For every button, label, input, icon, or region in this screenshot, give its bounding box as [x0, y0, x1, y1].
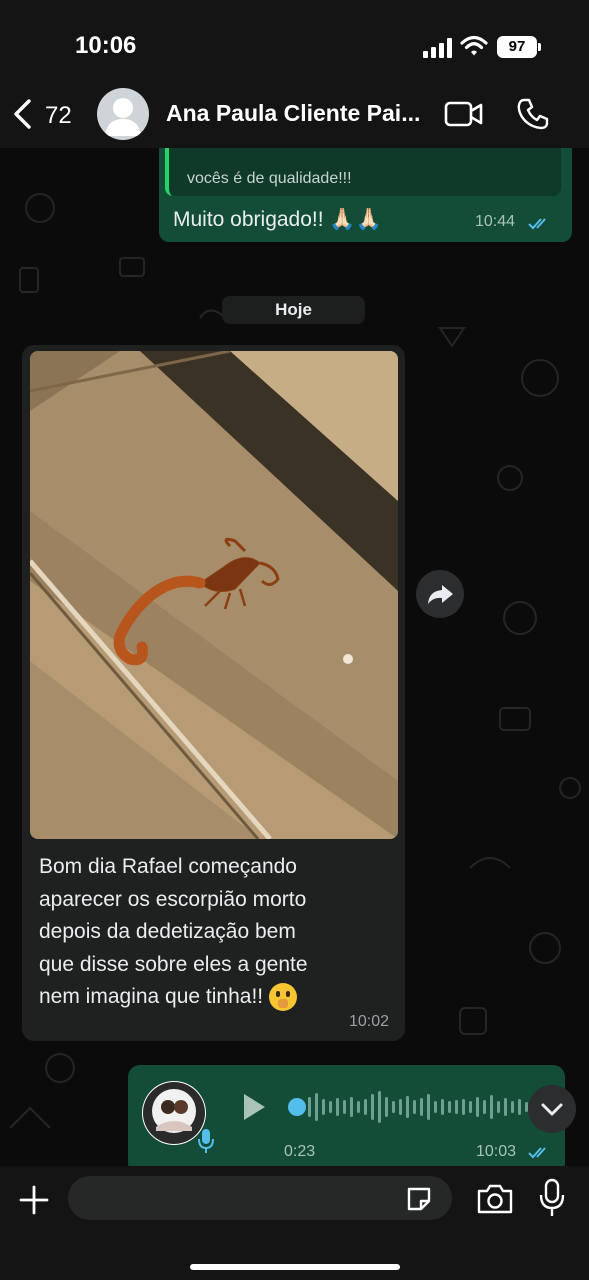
chevron-down-icon [541, 1103, 563, 1116]
message-time: 10:03 [476, 1143, 517, 1160]
sticker-icon[interactable] [404, 1184, 434, 1214]
read-ticks-icon [528, 218, 546, 230]
home-indicator [190, 1264, 400, 1270]
outgoing-message[interactable]: vocês é de qualidade!!! Muito obrigado!!… [159, 148, 572, 242]
status-time: 10:06 [75, 32, 137, 59]
audio-progress-handle[interactable] [288, 1098, 306, 1116]
plus-icon[interactable] [18, 1184, 50, 1216]
outgoing-voice-message[interactable]: 0:23 10:03 [128, 1065, 565, 1166]
message-input[interactable] [68, 1176, 452, 1220]
incoming-message[interactable]: Bom dia Rafael começando aparecer os esc… [22, 345, 405, 1041]
caption-line: Bom dia Rafael começando [39, 855, 297, 878]
person-icon [105, 98, 141, 136]
message-input-bar [0, 1166, 589, 1280]
scorpion-photo-image [30, 351, 398, 839]
surprised-emoji-icon [269, 983, 298, 1012]
contact-avatar[interactable] [97, 88, 149, 140]
status-bar: 10:06 97 [0, 0, 589, 80]
microphone-badge-icon [198, 1129, 214, 1153]
read-ticks-icon [528, 1147, 546, 1159]
scroll-to-bottom-button[interactable] [528, 1085, 576, 1133]
chevron-left-icon[interactable] [12, 98, 34, 130]
microphone-icon[interactable] [538, 1178, 566, 1218]
caption-line: nem imagina que tinha!! [39, 985, 264, 1008]
video-camera-icon[interactable] [444, 100, 484, 128]
quoted-message[interactable]: vocês é de qualidade!!! [165, 148, 561, 196]
signal-icon [423, 38, 452, 58]
play-icon[interactable] [241, 1092, 267, 1122]
camera-icon[interactable] [476, 1182, 514, 1216]
forward-icon [428, 585, 453, 604]
message-photo[interactable] [30, 351, 398, 839]
phone-icon[interactable] [516, 97, 550, 131]
caption-line: aparecer os escorpião morto [39, 887, 307, 911]
caption-line-with-emoji: nem imagina que tinha!! [39, 981, 389, 1014]
wifi-icon [460, 35, 488, 56]
audio-duration: 0:23 [284, 1143, 316, 1160]
back-unread-count[interactable]: 72 [45, 102, 72, 130]
battery-tip [538, 43, 541, 51]
message-time: 10:02 [348, 1013, 389, 1030]
date-separator: Hoje [222, 296, 365, 324]
quoted-message-text: vocês é de qualidade!!! [187, 170, 352, 187]
message-time: 10:44 [475, 213, 516, 230]
chat-area[interactable]: vocês é de qualidade!!! Muito obrigado!!… [0, 148, 589, 1166]
battery-indicator: 97 [497, 36, 537, 58]
message-text: Muito obrigado!! 🙏🏻🙏🏻 [173, 208, 382, 231]
audio-waveform[interactable] [306, 1089, 534, 1125]
chat-header: 72 Ana Paula Cliente Pai... [0, 80, 589, 148]
contact-name[interactable]: Ana Paula Cliente Pai... [166, 100, 422, 127]
message-caption: Bom dia Rafael começando aparecer os esc… [39, 851, 389, 1014]
forward-button[interactable] [416, 570, 464, 618]
caption-line: que disse sobre eles a gente [39, 952, 308, 976]
caption-line: depois da dedetização bem [39, 920, 296, 943]
